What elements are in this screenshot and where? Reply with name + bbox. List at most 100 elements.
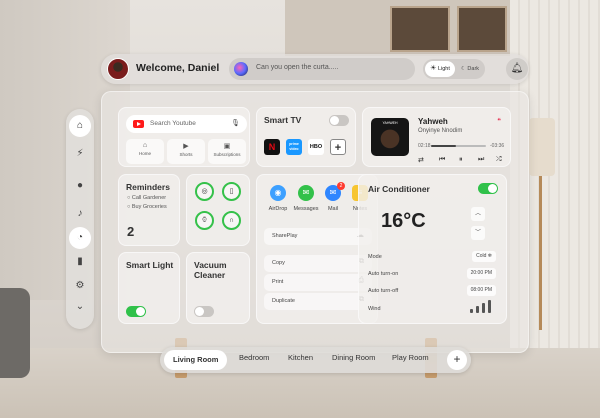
- song-title: Yahweh: [418, 117, 448, 126]
- chevron-down-icon[interactable]: ⌄: [69, 296, 91, 318]
- toggle-knob: [195, 307, 204, 316]
- tab-bedroom[interactable]: Bedroom: [239, 353, 269, 362]
- air-conditioner-card: Air Conditioner 16°C ︿ ﹀ Mode Cold ❄ Aut…: [358, 174, 507, 324]
- light-mode-button[interactable]: ☀ Light: [425, 61, 455, 77]
- hbo-icon[interactable]: HBO: [308, 139, 324, 155]
- reminder-item-label: Buy Groceries: [131, 204, 167, 210]
- background-shelf: [285, 0, 525, 56]
- theme-toggle[interactable]: ☀ Light ☾ Dark: [423, 59, 485, 79]
- toggle-knob: [330, 116, 339, 125]
- duplicate-row[interactable]: Duplicate ⧉: [264, 293, 372, 310]
- bell-icon[interactable]: 🔔︎: [506, 58, 528, 80]
- youtube-subscriptions-button[interactable]: ▣ Subscriptions: [208, 139, 246, 164]
- microphone-icon[interactable]: 🎙︎: [231, 119, 240, 127]
- album-art: YAHWEH: [371, 118, 409, 156]
- smart-tv-toggle[interactable]: [329, 115, 349, 126]
- earbuds-icon[interactable]: ∩: [222, 211, 241, 230]
- wind-level-indicator[interactable]: [470, 299, 496, 313]
- subscriptions-icon: ▣: [223, 143, 231, 150]
- youtube-shorts-button[interactable]: ▶ Shorts: [167, 139, 205, 164]
- add-room-button[interactable]: +: [447, 350, 467, 370]
- netflix-icon[interactable]: N: [264, 139, 280, 155]
- smart-light-title: Smart Light: [126, 260, 174, 270]
- temperature-down-button[interactable]: ﹀: [471, 226, 485, 240]
- auto-turn-off-value[interactable]: 08:00 PM: [466, 285, 496, 296]
- youtube-home-button[interactable]: ⌂ Home: [126, 139, 164, 164]
- toggle-knob: [488, 184, 497, 193]
- dark-mode-button[interactable]: ☾ Dark: [456, 61, 484, 77]
- assistant-bar[interactable]: Can you open the curta.....: [229, 58, 415, 80]
- progress-bar[interactable]: [431, 145, 486, 147]
- smart-tv-card: Smart TV N prime video HBO +: [256, 107, 356, 167]
- vacuum-title: Vacuum Cleaner: [194, 260, 227, 280]
- prime-video-icon[interactable]: prime video: [286, 139, 302, 155]
- youtube-button-label: Shorts: [179, 152, 193, 157]
- shelf-niche: [390, 6, 450, 52]
- smart-tv-title: Smart TV: [264, 115, 302, 125]
- previous-icon[interactable]: ⏮: [439, 156, 445, 164]
- air-conditioner-title: Air Conditioner: [368, 184, 430, 194]
- youtube-button-label: Subscriptions: [213, 152, 241, 157]
- tab-play-room[interactable]: Play Room: [392, 353, 429, 362]
- temperature-value: 16°C: [381, 210, 426, 232]
- auto-turn-off-label: Auto turn-off: [368, 288, 399, 294]
- reminder-item[interactable]: ○ Buy Groceries: [127, 204, 167, 210]
- air-conditioner-toggle[interactable]: [478, 183, 498, 194]
- pie-chart-icon[interactable]: ◔: [69, 227, 91, 249]
- share-app-label: Messages: [293, 206, 319, 212]
- lyrics-icon[interactable]: ❝: [497, 117, 501, 125]
- copy-row[interactable]: Copy ⧉: [264, 255, 372, 272]
- phone-icon[interactable]: ▯: [222, 182, 241, 201]
- light-label: Light: [437, 66, 450, 72]
- auto-turn-on-value[interactable]: 20:00 PM: [466, 268, 496, 279]
- camera-icon[interactable]: ▮: [69, 251, 91, 273]
- repeat-icon[interactable]: ⇄: [418, 156, 424, 164]
- vacuum-toggle[interactable]: [194, 306, 214, 317]
- share-app-label: Mail: [327, 206, 339, 212]
- reminder-item-label: Call Gardener: [131, 195, 167, 201]
- temperature-up-button[interactable]: ︿: [471, 207, 485, 221]
- elapsed-time: 02:18: [418, 143, 431, 149]
- lightning-icon[interactable]: ⚡︎: [69, 143, 91, 165]
- album-title: YAHWEH: [382, 121, 398, 125]
- home-icon[interactable]: ⌂: [69, 115, 91, 137]
- tab-dining-room[interactable]: Dining Room: [332, 353, 375, 362]
- wind-bar: [488, 300, 491, 313]
- reminder-item[interactable]: ○ Call Gardener: [127, 195, 166, 201]
- pause-icon[interactable]: ⏸: [459, 156, 463, 164]
- wind-bar: [470, 309, 473, 313]
- top-bar: Welcome, Daniel Can you open the curta..…: [101, 54, 529, 84]
- reminders-title: Reminders: [126, 182, 170, 192]
- add-app-icon[interactable]: +: [330, 139, 346, 155]
- sun-icon: ☀: [430, 65, 437, 72]
- smart-light-toggle[interactable]: [126, 306, 146, 317]
- home-icon: ⌂: [142, 142, 148, 149]
- music-player-card: YAHWEH Yahweh Onyinye Nnodim ❝ 02:18 -03…: [362, 107, 511, 167]
- bell-icon[interactable]: ♪: [69, 203, 91, 225]
- airdrop-icon[interactable]: ◉: [270, 185, 286, 201]
- vr-headset-icon[interactable]: ◎: [195, 182, 214, 201]
- shareplay-label: SharePlay: [272, 233, 298, 239]
- print-label: Print: [272, 279, 284, 285]
- devices-card: ◎ ▯ ⌚︎ ∩: [186, 174, 250, 246]
- shelf-niche: [457, 6, 507, 52]
- moon-icon: ☾: [460, 66, 466, 72]
- youtube-logo-icon: [133, 120, 144, 128]
- droplet-icon[interactable]: ●: [69, 175, 91, 197]
- avatar[interactable]: [107, 58, 129, 80]
- tab-living-room[interactable]: Living Room: [164, 350, 228, 370]
- print-row[interactable]: Print ⎙: [264, 274, 372, 291]
- reminders-card: Reminders ○ Call Gardener ○ Buy Grocerie…: [118, 174, 180, 246]
- next-icon[interactable]: ⏭: [478, 156, 484, 164]
- gear-icon[interactable]: ⚙: [69, 275, 91, 297]
- remaining-time: -03:36: [490, 143, 505, 149]
- tab-kitchen[interactable]: Kitchen: [288, 353, 313, 362]
- welcome-text: Welcome, Daniel: [136, 62, 220, 74]
- mode-value[interactable]: Cold ❄: [472, 251, 496, 262]
- youtube-card: Search Youtube 🎙︎ ⌂ Home ▶ Shorts ▣ Subs…: [118, 107, 250, 167]
- shuffle-icon[interactable]: ⤮: [496, 156, 502, 164]
- messages-icon[interactable]: ✉: [298, 185, 314, 201]
- watch-icon[interactable]: ⌚︎: [195, 211, 214, 230]
- shareplay-row[interactable]: SharePlay ☁: [264, 228, 372, 245]
- youtube-search-input[interactable]: Search Youtube 🎙︎: [126, 115, 247, 133]
